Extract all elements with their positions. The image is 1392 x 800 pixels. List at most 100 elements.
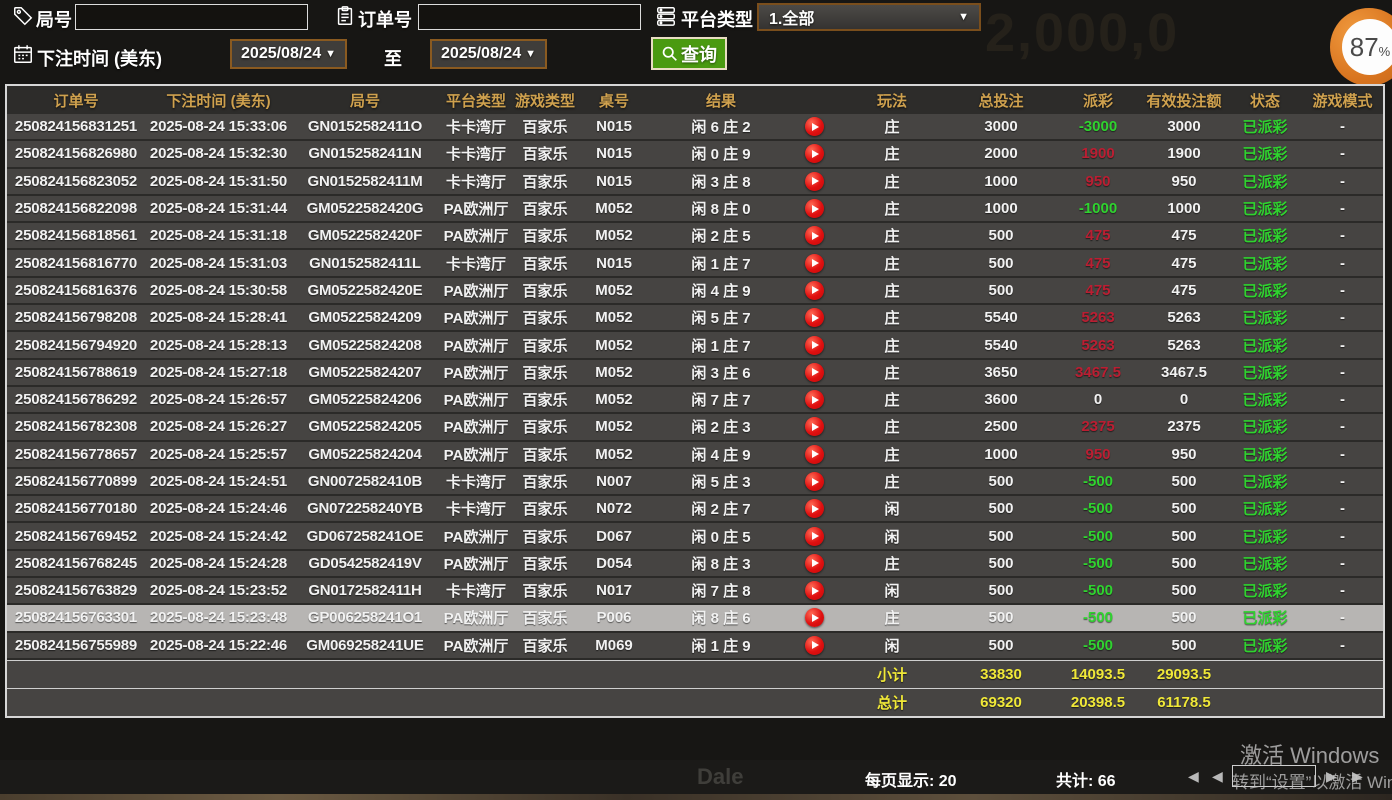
- play-replay-icon[interactable]: [805, 363, 824, 382]
- play-replay-icon[interactable]: [805, 445, 824, 464]
- platform-type-select[interactable]: 1.全部 ▼: [757, 3, 981, 31]
- play-method-cell: 庄: [838, 198, 946, 219]
- play-replay-icon[interactable]: [805, 281, 824, 300]
- game-mode-cell: -: [1302, 391, 1383, 408]
- order-no-cell: 250824156826980: [7, 145, 145, 162]
- table-row[interactable]: 250824156816770 2025-08-24 15:31:03 GN01…: [7, 250, 1383, 277]
- play-replay-icon[interactable]: [805, 172, 824, 191]
- game-no-input[interactable]: [75, 4, 308, 30]
- play-replay-icon[interactable]: [805, 226, 824, 245]
- platform-cell: 卡卡湾厅: [438, 116, 514, 137]
- play-replay-icon[interactable]: [805, 199, 824, 218]
- subtotal-valid: 29093.5: [1140, 666, 1228, 683]
- table-row[interactable]: 250824156818561 2025-08-24 15:31:18 GM05…: [7, 223, 1383, 250]
- platform-cell: PA欧洲厅: [438, 362, 514, 383]
- table-row[interactable]: 250824156794920 2025-08-24 15:28:13 GM05…: [7, 332, 1383, 359]
- play-replay-icon[interactable]: [805, 554, 824, 573]
- order-no-cell: 250824156788619: [7, 364, 145, 381]
- replay-cell: [790, 581, 838, 600]
- replay-cell: [790, 144, 838, 163]
- replay-cell: [790, 445, 838, 464]
- play-replay-icon[interactable]: [805, 144, 824, 163]
- game-no-cell: GN0152582411O: [292, 118, 438, 135]
- table-row[interactable]: 250824156768245 2025-08-24 15:24:28 GD05…: [7, 551, 1383, 578]
- game-type-cell: 百家乐: [514, 526, 576, 547]
- table-header-row: 订单号 下注时间 (美东) 局号 平台类型 游戏类型 桌号 结果 玩法 总投注 …: [7, 86, 1383, 114]
- table-row[interactable]: 250824156831251 2025-08-24 15:33:06 GN01…: [7, 114, 1383, 141]
- play-replay-icon[interactable]: [805, 472, 824, 491]
- total-bet-cell: 500: [946, 473, 1056, 490]
- table-row[interactable]: 250824156782308 2025-08-24 15:26:27 GM05…: [7, 414, 1383, 441]
- result-cell: 闲 2 庄 5: [652, 225, 790, 246]
- table-row[interactable]: 250824156770180 2025-08-24 15:24:46 GN07…: [7, 496, 1383, 523]
- order-no-cell: 250824156763829: [7, 582, 145, 599]
- table-row[interactable]: 250824156763829 2025-08-24 15:23:52 GN01…: [7, 578, 1383, 605]
- date-from-value: 2025/08/24: [241, 45, 321, 63]
- play-replay-icon[interactable]: [805, 117, 824, 136]
- table-no-cell: M052: [576, 227, 652, 244]
- play-method-cell: 庄: [838, 553, 946, 574]
- last-page-button[interactable]: ▶: [1352, 768, 1363, 785]
- table-row[interactable]: 250824156823052 2025-08-24 15:31:50 GN01…: [7, 169, 1383, 196]
- table-row[interactable]: 250824156816376 2025-08-24 15:30:58 GM05…: [7, 278, 1383, 305]
- table-row[interactable]: 250824156763301 2025-08-24 15:23:48 GP00…: [7, 605, 1383, 632]
- total-bet-cell: 2500: [946, 418, 1056, 435]
- table-row[interactable]: 250824156798208 2025-08-24 15:28:41 GM05…: [7, 305, 1383, 332]
- result-cell: 闲 1 庄 9: [652, 635, 790, 656]
- order-no-input[interactable]: [418, 4, 641, 30]
- order-no-label: 订单号: [358, 6, 412, 32]
- platform-cell: 卡卡湾厅: [438, 580, 514, 601]
- play-replay-icon[interactable]: [805, 581, 824, 600]
- prev-page-button[interactable]: ◀: [1212, 768, 1223, 785]
- bottom-edge-strip: [0, 794, 1392, 800]
- background-name-text: Dale: [697, 764, 743, 790]
- date-from-picker[interactable]: 2025/08/24 ▼: [230, 39, 347, 69]
- valid-bet-cell: 475: [1140, 282, 1228, 299]
- play-replay-icon[interactable]: [805, 417, 824, 436]
- game-no-cell: GM05225824208: [292, 337, 438, 354]
- table-row[interactable]: 250824156769452 2025-08-24 15:24:42 GD06…: [7, 523, 1383, 550]
- table-no-cell: M052: [576, 418, 652, 435]
- play-replay-icon[interactable]: [805, 308, 824, 327]
- valid-bet-cell: 500: [1140, 500, 1228, 517]
- game-no-label: 局号: [36, 6, 72, 32]
- status-badge: 已派彩: [1228, 253, 1302, 274]
- game-mode-cell: -: [1302, 418, 1383, 435]
- search-button[interactable]: 查询: [651, 37, 727, 70]
- table-row[interactable]: 250824156786292 2025-08-24 15:26:57 GM05…: [7, 387, 1383, 414]
- table-row[interactable]: 250824156826980 2025-08-24 15:32:30 GN01…: [7, 141, 1383, 168]
- table-row[interactable]: 250824156822098 2025-08-24 15:31:44 GM05…: [7, 196, 1383, 223]
- play-replay-icon[interactable]: [805, 336, 824, 355]
- first-page-button[interactable]: ◀: [1188, 768, 1199, 785]
- table-row[interactable]: 250824156755989 2025-08-24 15:22:46 GM06…: [7, 633, 1383, 660]
- platform-cell: 卡卡湾厅: [438, 471, 514, 492]
- play-method-cell: 闲: [838, 580, 946, 601]
- game-mode-cell: -: [1302, 118, 1383, 135]
- play-replay-icon[interactable]: [805, 390, 824, 409]
- game-no-cell: GD0542582419V: [292, 555, 438, 572]
- progress-suffix: %: [1379, 44, 1391, 59]
- date-to-picker[interactable]: 2025/08/24 ▼: [430, 39, 547, 69]
- game-mode-cell: -: [1302, 309, 1383, 326]
- table-row[interactable]: 250824156778657 2025-08-24 15:25:57 GM05…: [7, 442, 1383, 469]
- game-type-cell: 百家乐: [514, 553, 576, 574]
- replay-cell: [790, 172, 838, 191]
- play-replay-icon[interactable]: [805, 254, 824, 273]
- bet-time-cell: 2025-08-24 15:24:46: [145, 500, 292, 517]
- date-to-label: 至: [384, 45, 402, 71]
- game-no-cell: GM05225824204: [292, 446, 438, 463]
- goto-page-input[interactable]: [1232, 765, 1316, 787]
- game-type-cell: 百家乐: [514, 416, 576, 437]
- status-badge: 已派彩: [1228, 526, 1302, 547]
- next-page-button[interactable]: ▶: [1326, 768, 1337, 785]
- game-type-cell: 百家乐: [514, 116, 576, 137]
- game-type-cell: 百家乐: [514, 253, 576, 274]
- play-replay-icon[interactable]: [805, 527, 824, 546]
- play-replay-icon[interactable]: [805, 499, 824, 518]
- status-badge: 已派彩: [1228, 307, 1302, 328]
- play-replay-icon[interactable]: [805, 608, 824, 627]
- table-row[interactable]: 250824156770899 2025-08-24 15:24:51 GN00…: [7, 469, 1383, 496]
- table-row[interactable]: 250824156788619 2025-08-24 15:27:18 GM05…: [7, 360, 1383, 387]
- play-replay-icon[interactable]: [805, 636, 824, 655]
- valid-bet-cell: 950: [1140, 446, 1228, 463]
